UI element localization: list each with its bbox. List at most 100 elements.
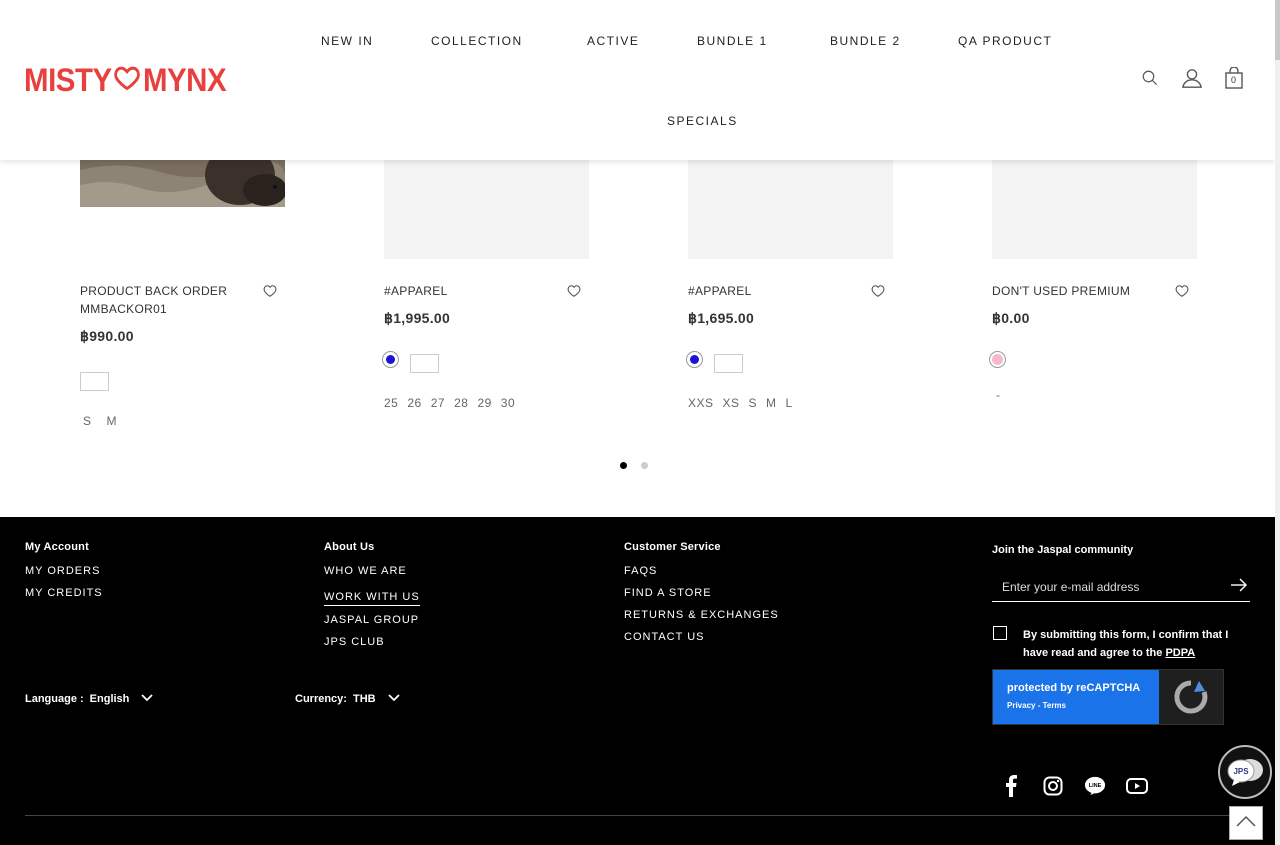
color-swatch-blue[interactable] [382,351,399,368]
nav-new-in[interactable]: NEW IN [321,34,373,48]
size-option[interactable]: 27 [431,396,445,410]
nav-qa-product[interactable]: QA PRODUCT [958,34,1052,48]
footer-link-contact-us[interactable]: CONTACT US [624,631,779,643]
facebook-icon[interactable] [1000,775,1022,797]
language-label: Language : [25,693,84,705]
size-option[interactable]: XS [723,396,740,410]
product-title[interactable]: PRODUCT BACK ORDER MMBACKOR01 [80,282,250,318]
size-option[interactable]: 29 [477,396,491,410]
product-price: ฿1,695.00 [688,310,755,326]
brand-logo[interactable]: MISTY MYNX [24,61,227,99]
recaptcha-links[interactable]: Privacy - Terms [1007,701,1066,710]
footer-my-account: My Account MY ORDERS MY CREDITS [25,541,103,609]
carousel-dot-2[interactable] [641,462,648,469]
recaptcha-logo-icon [1159,670,1223,724]
color-swatch-pink[interactable] [989,351,1006,368]
nav-collection[interactable]: COLLECTION [431,34,523,48]
nav-bundle-1[interactable]: BUNDLE 1 [697,34,768,48]
pdpa-link[interactable]: PDPA [1165,647,1195,659]
size-option[interactable]: - [996,388,1001,402]
wishlist-heart-icon[interactable] [1175,284,1189,298]
size-option[interactable]: L [786,396,793,410]
color-swatch-white[interactable] [410,354,439,373]
consent-checkbox[interactable] [993,626,1007,640]
footer-link-faqs[interactable]: FAQS [624,565,779,577]
size-option[interactable]: 30 [501,396,515,410]
consent-row: By submitting this form, I confirm that … [992,626,1250,662]
newsletter-form: Join the Jaspal community By submitting … [992,544,1250,662]
size-list: 25 26 27 28 29 30 [384,396,515,410]
currency-selector[interactable]: Currency: THB [295,693,400,705]
cart-count: 0 [1231,75,1237,85]
language-selector[interactable]: Language : English [25,693,154,705]
wishlist-heart-icon[interactable] [871,284,885,298]
carousel-pagination [620,462,648,469]
line-icon[interactable]: LINE [1084,775,1106,797]
consent-text: By submitting this form, I confirm that … [1023,629,1229,659]
size-option[interactable]: S [749,396,758,410]
newsletter-heading: Join the Jaspal community [992,544,1134,556]
color-swatch-white[interactable] [80,372,109,391]
size-option[interactable]: 26 [407,396,421,410]
chevron-up-icon [1236,814,1256,832]
instagram-icon[interactable] [1042,775,1064,797]
product-title[interactable]: #APPAREL [688,282,858,300]
footer-link-find-a-store[interactable]: FIND A STORE [624,587,779,599]
site-footer: My Account MY ORDERS MY CREDITS About Us… [0,517,1280,845]
chevron-down-icon [141,693,154,705]
newsletter-email-input[interactable] [992,574,1212,600]
currency-value: THB [352,693,376,705]
size-option[interactable]: M [766,396,777,410]
size-list: - [996,388,1001,402]
footer-link-my-credits[interactable]: MY CREDITS [25,587,103,599]
currency-label: Currency: [295,693,347,705]
product-title[interactable]: #APPAREL [384,282,554,300]
product-title[interactable]: DON'T USED PREMIUM [992,282,1162,300]
wishlist-heart-icon[interactable] [567,284,581,298]
recaptcha-text: protected by reCAPTCHA [1007,682,1141,694]
chevron-down-icon [387,693,400,705]
chat-bubble-icon[interactable]: JPS [1218,745,1272,799]
scrollbar-thumb[interactable] [1275,0,1280,60]
nav-active[interactable]: ACTIVE [587,34,639,48]
back-to-top-button[interactable] [1229,806,1263,840]
footer-link-work-with-us[interactable]: WORK WITH US [324,591,420,606]
svg-text:LINE: LINE [1089,783,1102,789]
product-price: ฿1,995.00 [384,310,451,326]
footer-link-jps-club[interactable]: JPS CLUB [324,636,420,648]
size-option[interactable]: XXS [688,396,714,410]
user-icon[interactable] [1181,66,1203,90]
logo-heart-icon [114,62,141,99]
submit-arrow-icon[interactable] [1230,578,1248,597]
carousel-dot-1[interactable] [620,462,627,469]
search-icon[interactable] [1139,66,1161,90]
page-scrollbar[interactable] [1275,0,1280,845]
nav-bundle-2[interactable]: BUNDLE 2 [830,34,901,48]
social-links: LINE [1000,775,1148,797]
footer-link-who-we-are[interactable]: WHO WE ARE [324,565,420,577]
color-swatch-blue[interactable] [686,351,703,368]
footer-link-jaspal-group[interactable]: JASPAL GROUP [324,614,420,626]
logo-text-left: MISTY [24,61,112,98]
footer-about-us: About Us WHO WE ARE WORK WITH US JASPAL … [324,541,420,658]
size-option[interactable]: S [83,414,92,428]
size-option[interactable]: 28 [454,396,468,410]
footer-divider [25,815,1250,816]
site-header: MISTY MYNX NEW IN COLLECTION ACTIVE BUND… [0,0,1275,160]
wishlist-heart-icon[interactable] [263,284,277,298]
logo-text-right: MYNX [142,61,227,98]
size-option[interactable]: 25 [384,396,398,410]
nav-specials[interactable]: SPECIALS [667,114,738,128]
youtube-icon[interactable] [1126,775,1148,797]
footer-link-my-orders[interactable]: MY ORDERS [25,565,103,577]
footer-heading: About Us [324,541,375,553]
size-list: S M [83,414,117,428]
footer-link-returns-exchanges[interactable]: RETURNS & EXCHANGES [624,609,779,621]
color-swatch-white[interactable] [714,354,743,373]
email-row [992,574,1250,602]
product-price: ฿0.00 [992,310,1030,326]
bag-icon[interactable]: 0 [1223,66,1245,90]
language-value: English [89,693,130,705]
recaptcha-badge[interactable]: protected by reCAPTCHA Privacy - Terms [992,669,1224,725]
size-option[interactable]: M [107,414,118,428]
